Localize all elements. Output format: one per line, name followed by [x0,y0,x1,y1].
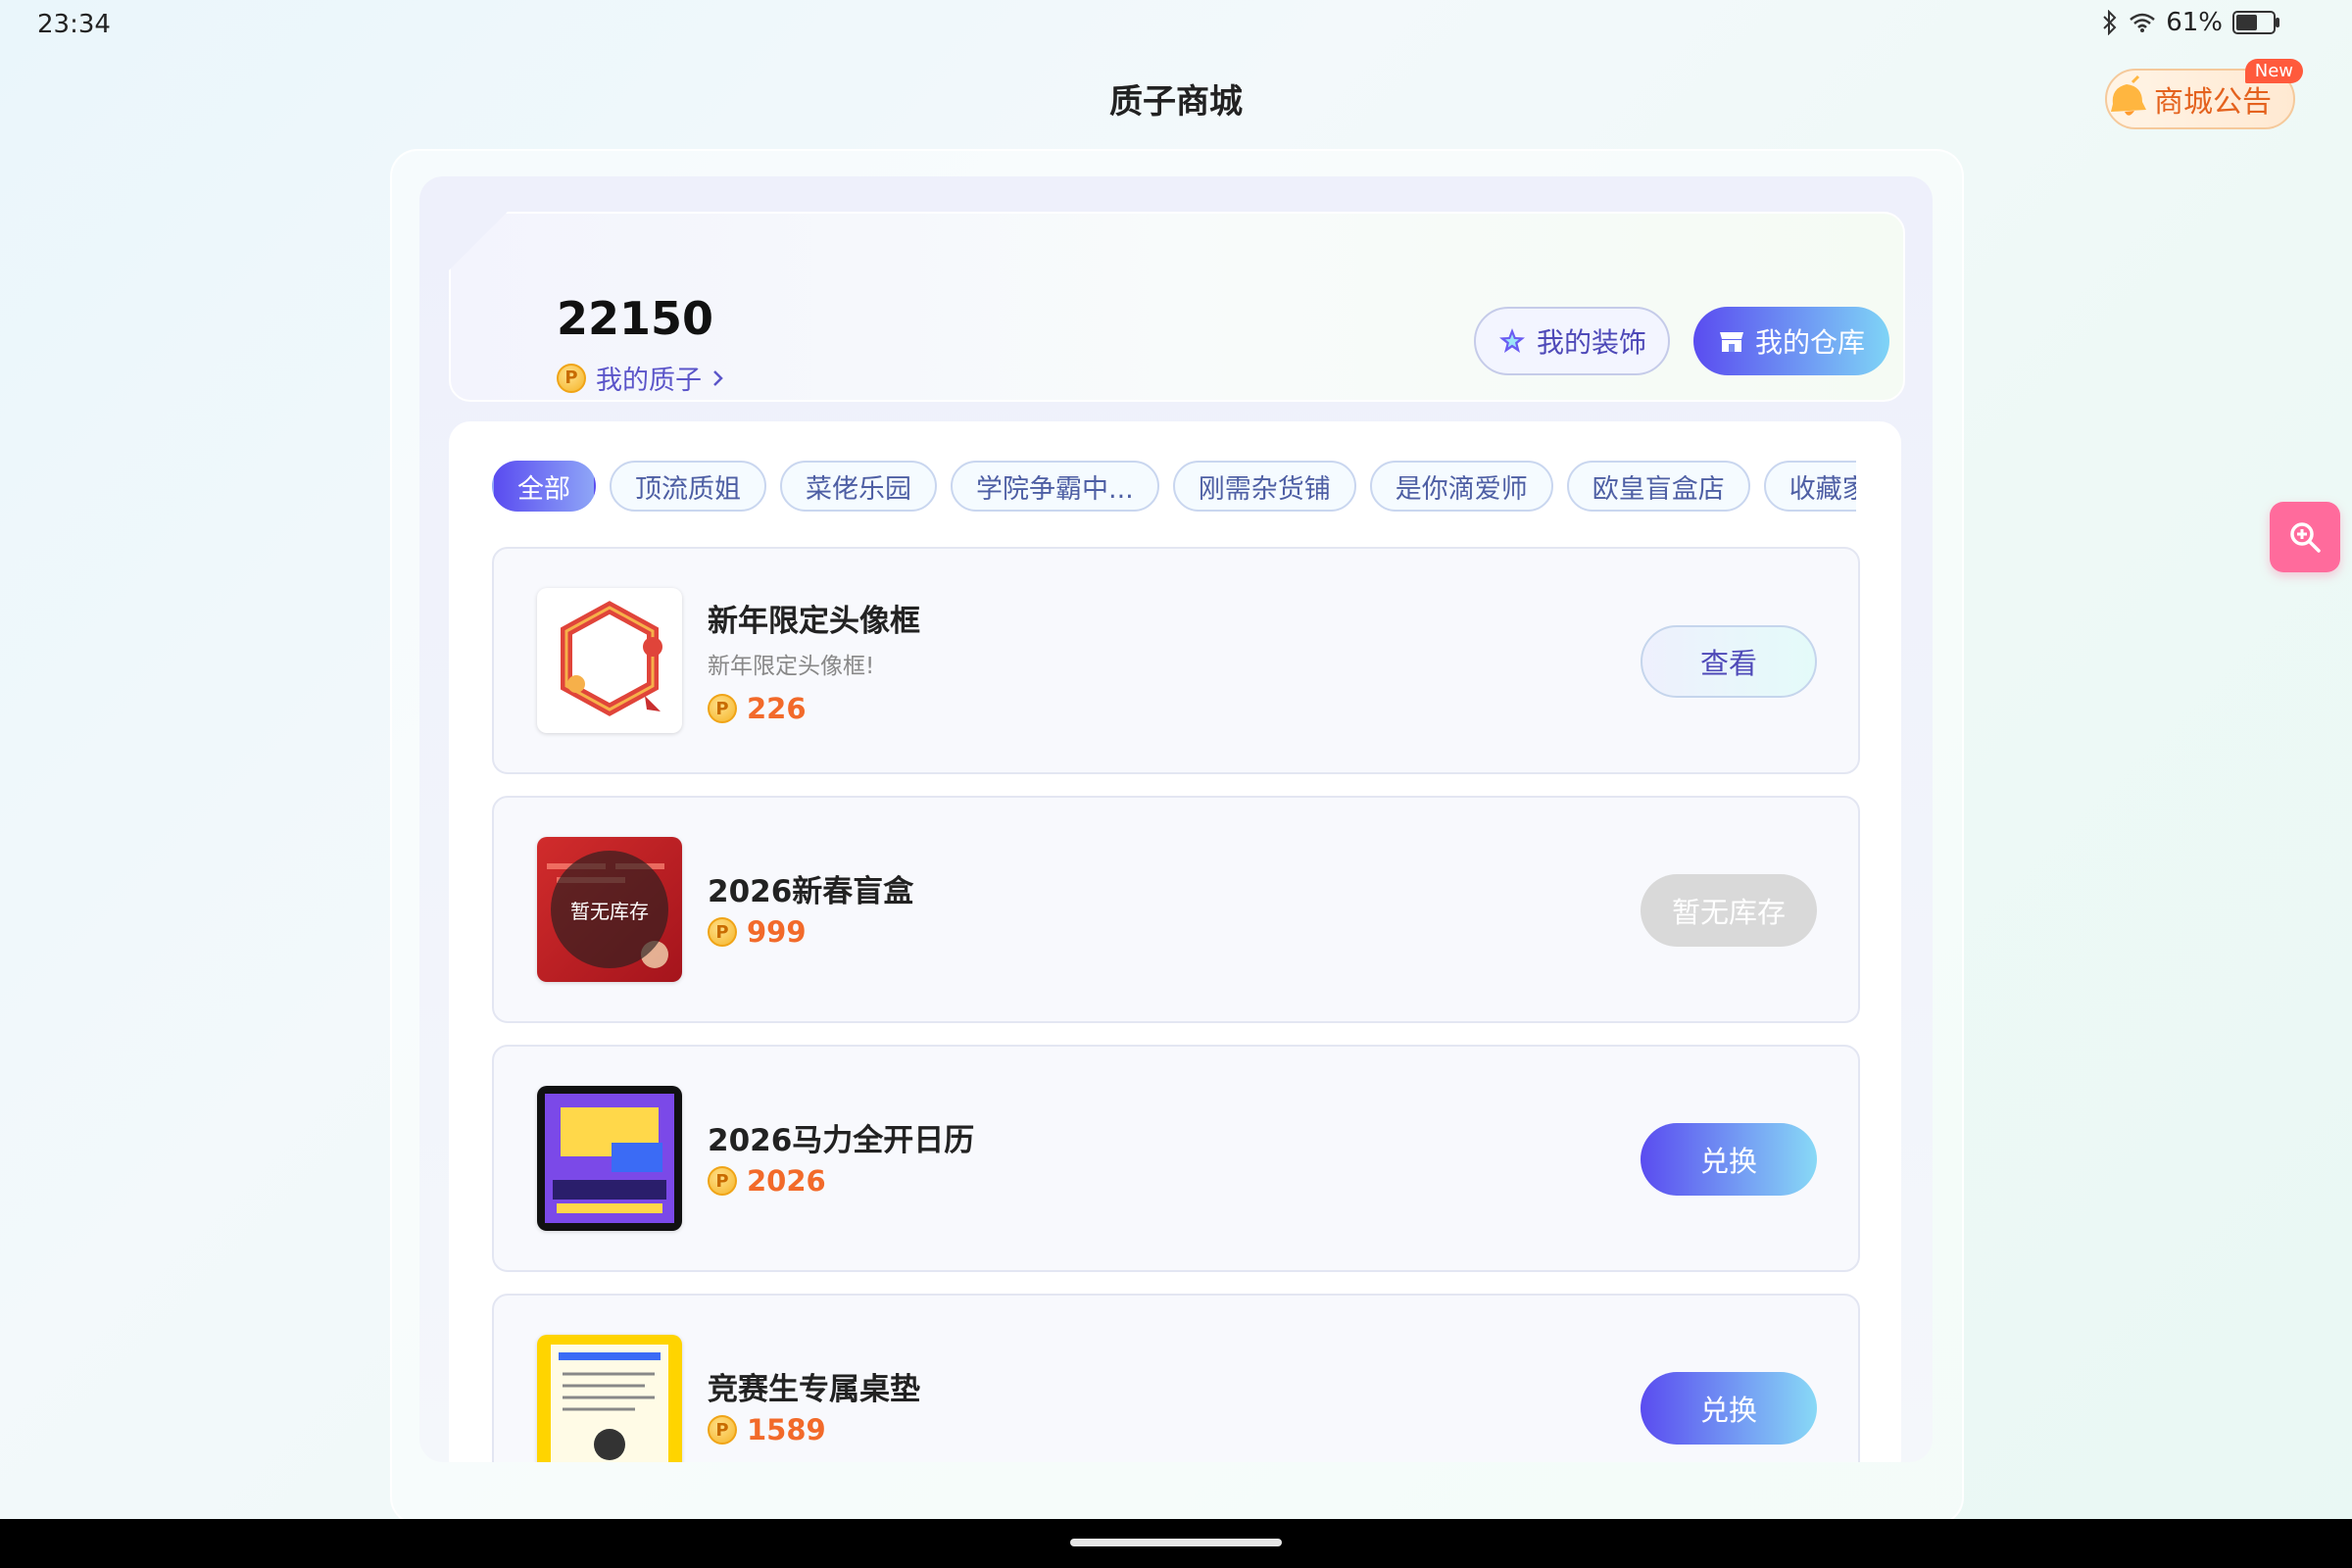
store-icon [1719,332,1743,352]
product-description: 新年限定头像框! [708,654,875,679]
product-list-panel: 全部顶流质姐菜佬乐园学院争霸中... 刚需杂货铺是你滴爱师欧皇盲盒店收藏家基 新年… [449,421,1901,1462]
price-value: 226 [747,692,807,725]
product-thumbnail [537,588,682,733]
mall-content: 22150 P 我的质子 我的装饰 我的仓库 全部 顶流质姐 菜佬乐园 学院争霸中..… [419,176,1933,1462]
product-price: P 2026 [708,1164,826,1198]
product-price: P 226 [708,692,807,725]
coin-icon: P [708,1166,737,1196]
mall-notice-label: 商城公告 [2154,85,2272,120]
category-tabs: 全部顶流质姐菜佬乐园学院争霸中... 刚需杂货铺是你滴爱师欧皇盲盒店收藏家基 [492,461,1856,515]
product-card[interactable]: 2026马力全开日历 P 2026 兑换 [492,1045,1860,1272]
product-price: P 1589 [708,1413,826,1446]
tab-noob-paradise[interactable]: 菜佬乐园 [780,461,937,512]
coin-icon: P [708,917,737,947]
coin-icon: P [557,363,586,393]
tab-college-battle[interactable]: 学院争霸中... [951,461,1159,512]
price-value: 2026 [747,1164,826,1198]
new-badge: New [2244,59,2303,83]
product-thumbnail: 暂无库存 [537,837,682,982]
battery-fill [2236,15,2257,30]
coin-icon: P [708,694,737,723]
my-points-label: 我的质子 [596,366,702,396]
avatar-frame-image [561,601,662,716]
star-decor-icon [1498,328,1525,353]
product-name: 竞赛生专属桌垫 [708,1372,920,1407]
battery-percent: 61% [2166,8,2223,37]
price-value: 1589 [747,1413,826,1446]
tab-essentials[interactable]: 刚需杂货铺 [1172,461,1356,512]
status-indicators: 61% [2101,8,2279,37]
wallet-card: 22150 P 我的质子 我的装饰 我的仓库 [449,212,1905,402]
battery-icon [2232,11,2279,34]
out-of-stock-button: 暂无库存 [1641,874,1817,947]
product-thumbnail [537,1086,682,1231]
search-zoom-icon [2290,522,2321,553]
tab-blind-box[interactable]: 欧皇盲盒店 [1566,461,1750,512]
home-gesture-handle[interactable] [1070,1539,1282,1546]
my-decorations-label: 我的装饰 [1536,326,1646,359]
status-time: 23:34 [37,10,111,39]
my-storage-label: 我的仓库 [1754,326,1865,359]
bluetooth-icon [2103,10,2117,35]
exchange-button[interactable]: 兑换 [1641,1123,1817,1196]
tab-beloved-teacher[interactable]: 是你滴爱师 [1369,461,1553,512]
sold-out-overlay: 暂无库存 [551,851,668,968]
product-name: 2026新春盲盒 [708,874,914,909]
product-name: 新年限定头像框 [708,604,920,639]
product-card[interactable]: 竞赛生专属桌垫 P 1589 兑换 [492,1294,1860,1462]
mall-notice-button[interactable]: 商城公告 New [2105,59,2303,129]
my-storage-button[interactable]: 我的仓库 [1693,307,1889,375]
bell-icon [2111,74,2146,116]
zoom-button[interactable] [2270,502,2340,572]
calendar-image [545,1094,674,1223]
exchange-button[interactable]: 兑换 [1641,1372,1817,1445]
chevron-right-icon [713,369,723,386]
tab-top-streamer[interactable]: 顶流质姐 [610,461,766,512]
product-card[interactable]: 新年限定头像框 新年限定头像框! P 226 查看 [492,547,1860,774]
product-card[interactable]: 暂无库存 2026新春盲盒 P 999 暂无库存 [492,796,1860,1023]
my-decorations-button[interactable]: 我的装饰 [1474,307,1670,375]
page-title: 质子商城 [1109,82,1243,122]
desk-mat-image [551,1345,668,1462]
tab-collector[interactable]: 收藏家基 [1763,461,1856,512]
view-button[interactable]: 查看 [1641,625,1817,698]
product-name: 2026马力全开日历 [708,1123,975,1158]
wifi-icon [2130,13,2156,32]
product-price: P 999 [708,915,807,949]
tab-all[interactable]: 全部 [492,461,596,512]
points-balance: 22150 [557,292,714,345]
product-thumbnail [537,1335,682,1462]
coin-icon: P [708,1415,737,1445]
price-value: 999 [747,915,807,949]
my-points-link[interactable]: P 我的质子 [557,359,725,397]
